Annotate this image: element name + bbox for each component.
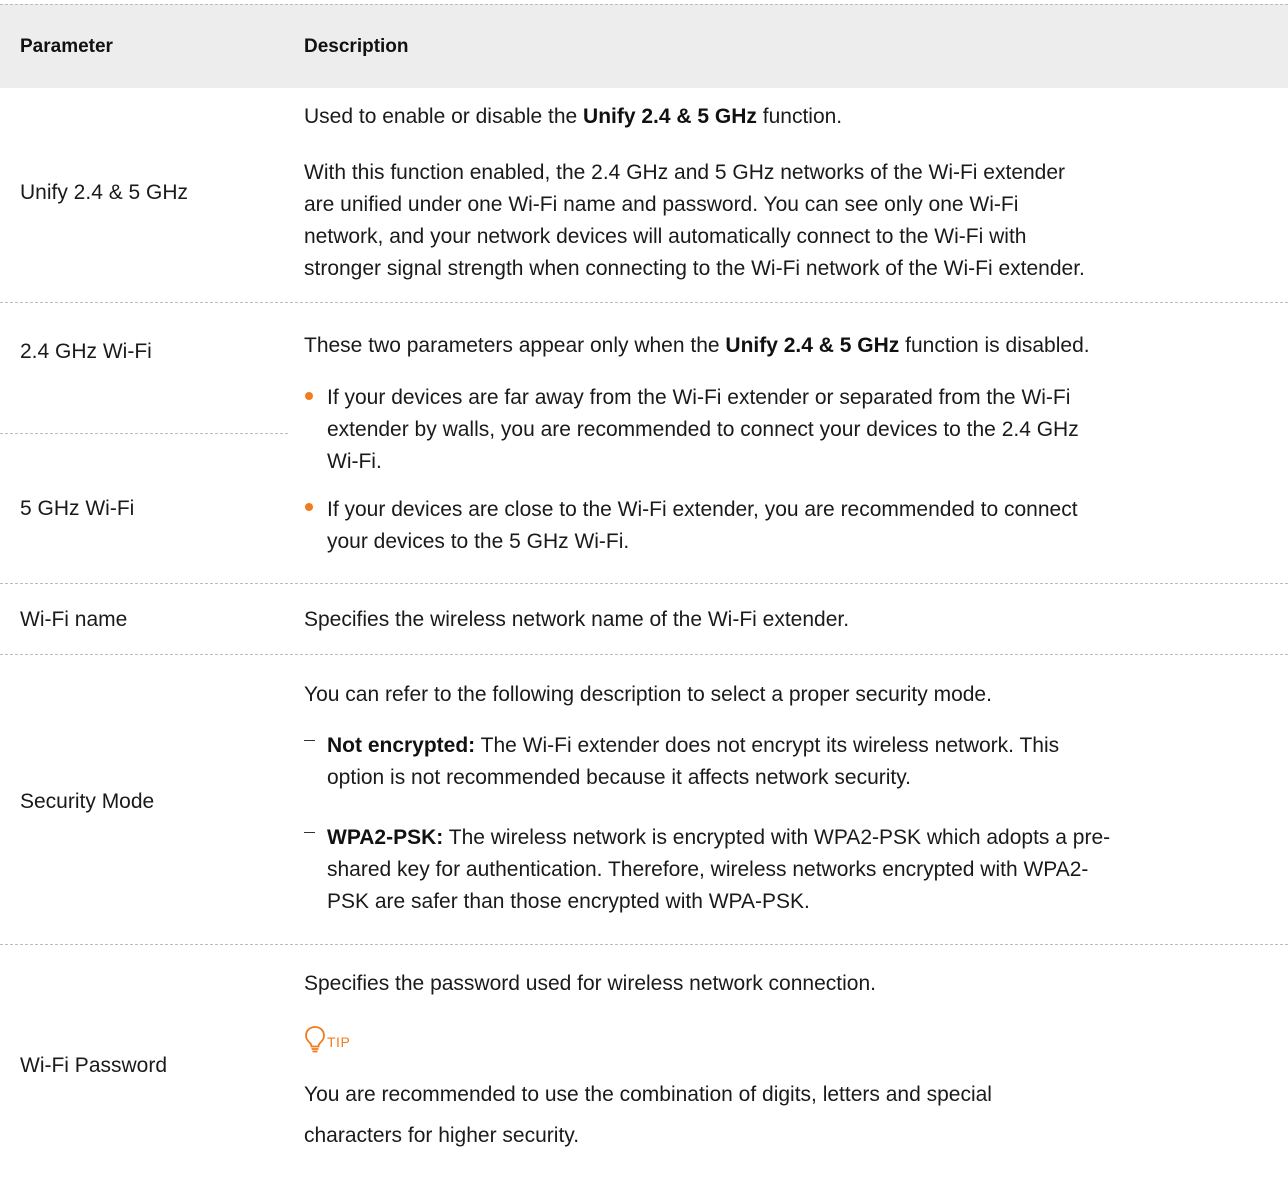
- row-separator: [0, 944, 1288, 945]
- row-separator-partial: [0, 433, 288, 434]
- security-opt2-line: shared key for authentication. Therefore…: [327, 858, 1089, 881]
- unify-desc-line: Used to enable or disable the Unify 2.4 …: [304, 105, 843, 128]
- bullet-line: extender by walls, you are recommended t…: [327, 418, 1079, 441]
- tip-text-line: You are recommended to use the combinati…: [304, 1083, 992, 1106]
- security-opt1-line: Not encrypted: The Wi-Fi extender does n…: [327, 734, 1060, 757]
- header-description: Description: [304, 36, 409, 57]
- table-header: Parameter Description: [0, 4, 1288, 88]
- unify-desc-para-line: network, and your network devices will a…: [304, 225, 1027, 248]
- bullet-icon: [305, 503, 313, 511]
- bullet-line: your devices to the 5 GHz Wi-Fi.: [327, 530, 630, 553]
- dash-marker: [304, 832, 315, 833]
- row-separator: [0, 302, 1288, 303]
- header-parameter: Parameter: [20, 36, 113, 57]
- row-label-wifi-name: Wi-Fi name: [20, 608, 128, 631]
- parameter-table: Parameter Description Unify 2.4 & 5 GHz …: [0, 0, 1288, 1179]
- bullet-line: Wi-Fi.: [327, 450, 382, 473]
- bullet-line: If your devices are far away from the Wi…: [327, 386, 1071, 409]
- password-desc: Specifies the password used for wireless…: [304, 972, 876, 995]
- tip-label: TIP: [327, 1034, 351, 1050]
- security-intro: You can refer to the following descripti…: [304, 683, 992, 706]
- row-separator: [0, 654, 1288, 655]
- row-label-security-mode: Security Mode: [20, 790, 155, 813]
- row-label-24ghz: 2.4 GHz Wi-Fi: [20, 340, 152, 363]
- unify-desc-para-line: With this function enabled, the 2.4 GHz …: [304, 161, 1066, 184]
- unify-desc-para-line: are unified under one Wi-Fi name and pas…: [304, 193, 1019, 216]
- row-label-5ghz: 5 GHz Wi-Fi: [20, 497, 135, 520]
- dash-marker: [304, 740, 315, 741]
- row-separator: [0, 583, 1288, 584]
- security-opt2-line: PSK are safer than those encrypted with …: [327, 890, 810, 913]
- unify-desc-para-line: stronger signal strength when connecting…: [304, 257, 1085, 280]
- lightbulb-icon: [305, 1026, 325, 1053]
- bullet-line: If your devices are close to the Wi-Fi e…: [327, 498, 1078, 521]
- row-label-unify: Unify 2.4 & 5 GHz: [20, 181, 189, 204]
- security-opt2-line: WPA2-PSK: The wireless network is encryp…: [327, 826, 1111, 849]
- row-label-wifi-password: Wi-Fi Password: [20, 1054, 168, 1077]
- bullet-icon: [305, 392, 313, 400]
- bands-intro: These two parameters appear only when th…: [304, 334, 1090, 357]
- wifi-name-desc: Specifies the wireless network name of t…: [304, 608, 850, 631]
- security-opt1-line: option is not recommended because it aff…: [327, 766, 912, 789]
- tip-block: TIP: [304, 1023, 350, 1053]
- tip-text-line: characters for higher security.: [304, 1124, 580, 1147]
